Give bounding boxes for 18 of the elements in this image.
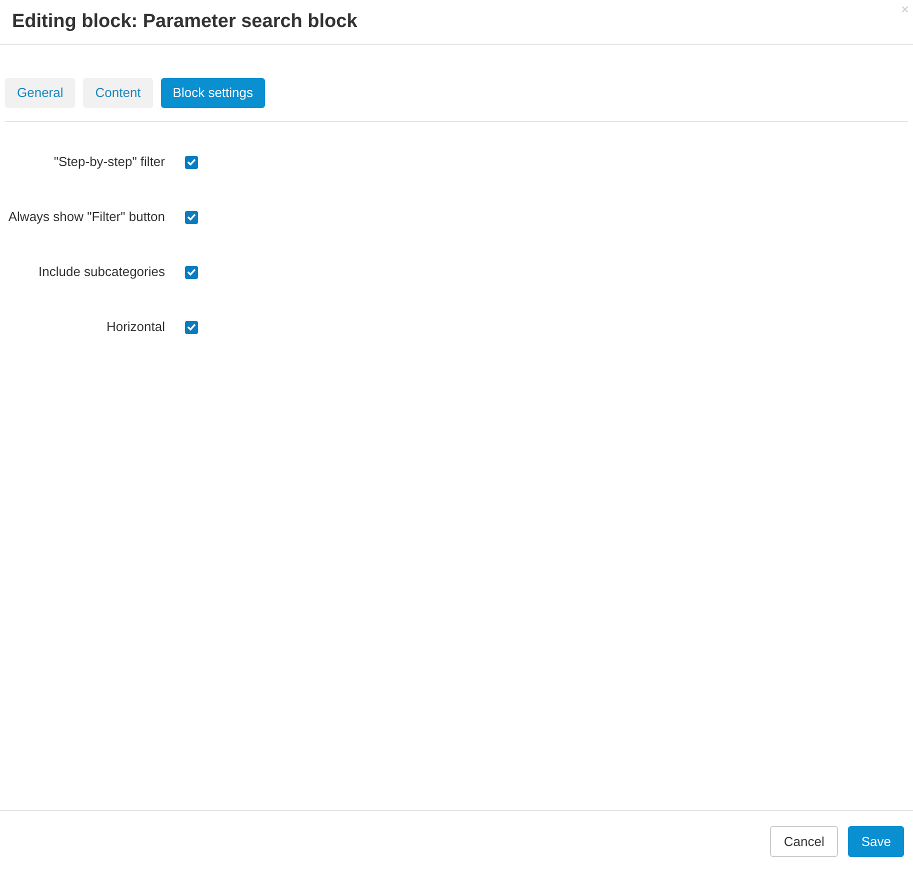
setting-label: Include subcategories	[38, 263, 165, 282]
check-icon	[187, 268, 196, 276]
checkbox[interactable]	[185, 210, 198, 224]
dialog-title: Editing block: Parameter search block	[12, 10, 358, 34]
save-button[interactable]: Save	[848, 826, 904, 857]
checkbox[interactable]	[185, 266, 198, 278]
tab[interactable]: Block settings	[160, 78, 265, 108]
setting-label: Horizontal	[105, 318, 165, 336]
check-icon	[187, 323, 196, 331]
cancel-button[interactable]: Cancel	[770, 826, 838, 857]
check-icon	[187, 158, 196, 166]
setting-label: "Step-by-step" filter	[52, 153, 165, 172]
checkbox[interactable]	[185, 320, 198, 334]
setting-label: Always show "Filter" button	[7, 208, 165, 226]
check-icon	[187, 213, 196, 221]
tab[interactable]: General	[5, 78, 76, 108]
tab[interactable]: Content	[83, 78, 153, 108]
checkbox[interactable]	[185, 156, 198, 168]
